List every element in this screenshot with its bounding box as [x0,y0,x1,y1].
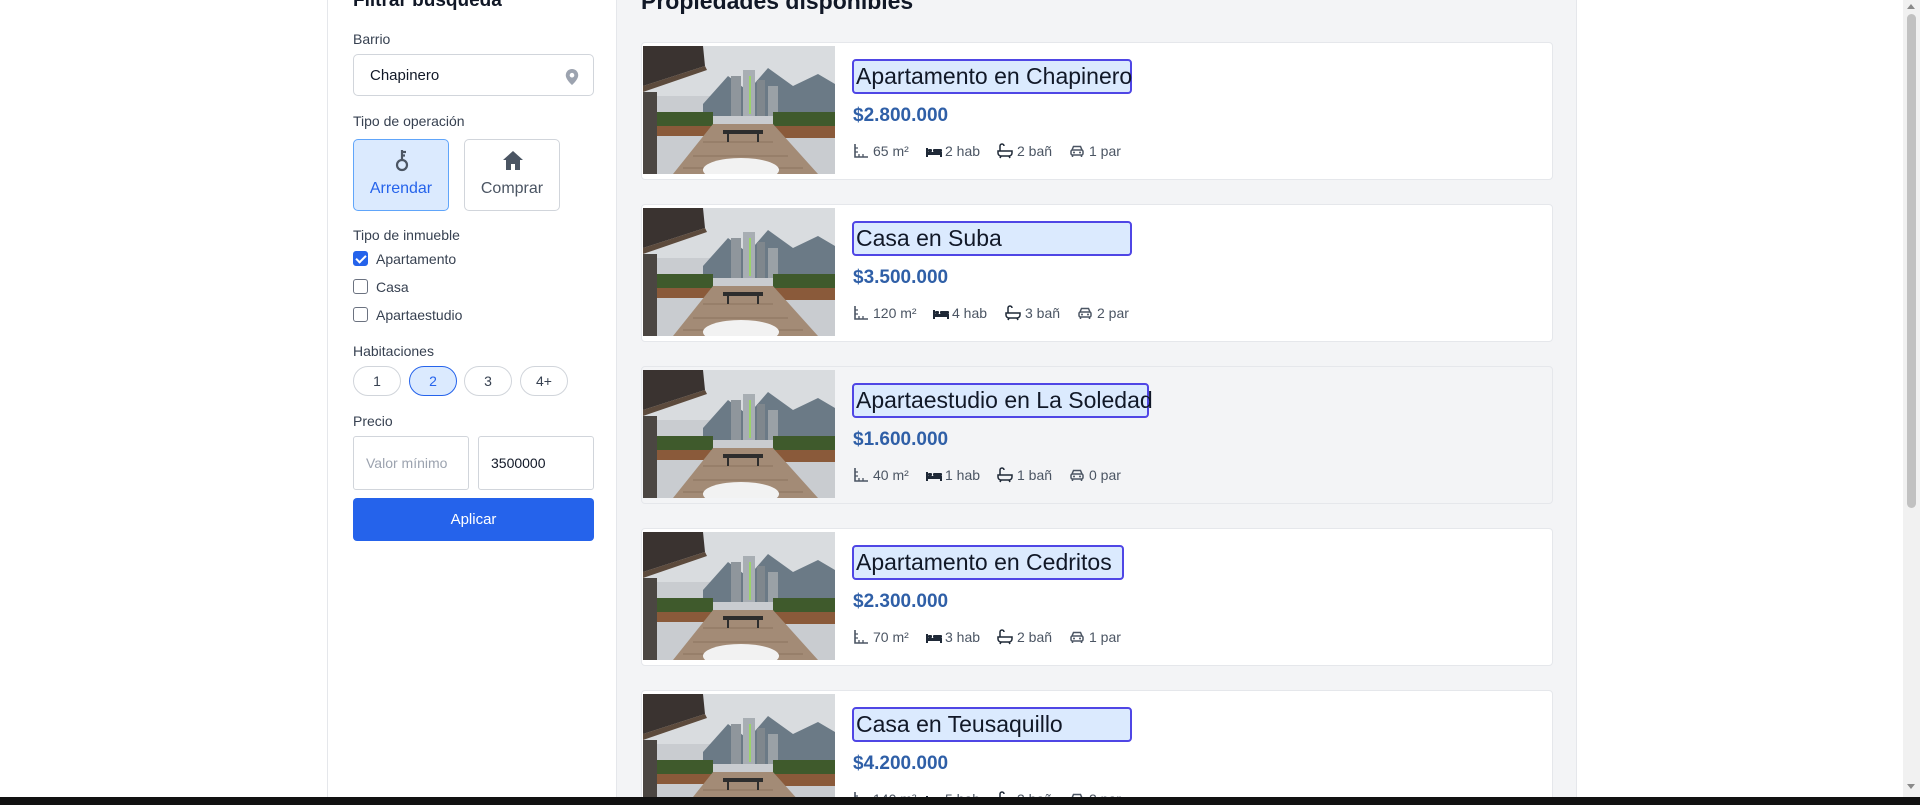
rooms-option-1[interactable]: 1 [353,366,401,396]
car-icon [1070,631,1084,643]
left-gutter [0,0,327,797]
listing-parking-text: 0 par [1089,467,1121,483]
listing-baths-text: 3 bañ [1025,305,1061,321]
checkbox-label: Casa [376,279,409,295]
bathtub-icon [1005,305,1021,321]
property-photo [643,208,835,336]
scroll-up-arrow-icon[interactable] [1907,4,1915,9]
area-ruler-icon [854,468,868,482]
listing-title[interactable]: Apartamento en Cedritos [852,545,1124,580]
listing-card[interactable]: Apartamento en Chapinero $2.800.000 65 m² 2… [641,42,1553,180]
operation-buy-label: Comprar [480,180,544,197]
listing-rooms-text: 4 hab [952,305,988,321]
listing-area-text: 70 m² [873,629,909,645]
bed-icon [933,310,949,319]
house-icon [503,151,523,170]
property-type-label: Tipo de inmueble [353,227,460,243]
listing-card[interactable]: Casa en Teusaquillo$4.200.000140 m²5 hab… [641,690,1553,797]
sidebar-title: Filtrar búsqueda [353,0,502,11]
rooms-option-4-plus[interactable]: 4+ [520,366,568,396]
listing-price: $4.200.000 [853,753,949,774]
listing-baths-text: 2 bañ [1017,629,1053,645]
listing-rooms-text: 3 hab [945,629,981,645]
listing-price: $1.600.000 [853,429,949,450]
operation-buy-button[interactable]: Comprar [464,139,560,211]
scroll-down-arrow-icon[interactable] [1907,784,1915,789]
barrio-value: Chapinero [370,67,440,84]
listing-title[interactable]: Apartamento en Chapinero [852,59,1132,94]
key-icon [395,150,409,172]
checkbox-checked[interactable] [353,251,368,266]
scroll-thumb[interactable] [1907,14,1916,508]
checkbox-label: Apartamento [376,251,457,267]
location-pin-icon [565,69,579,85]
listing-photo[interactable] [643,694,835,797]
price-label: Precio [353,413,393,429]
listing-area-text: 120 m² [873,305,917,321]
barrio-input[interactable]: Chapinero [353,54,594,96]
operation-label: Tipo de operación [353,113,465,129]
page-title: Propiedades disponibles [641,0,914,14]
listing-baths-text: 1 bañ [1017,467,1053,483]
checkbox[interactable] [353,307,368,322]
listing-baths-text: 2 bañ [1017,143,1053,159]
apply-button[interactable]: Aplicar [353,498,594,541]
listing-photo[interactable] [643,532,835,660]
listing-photo[interactable] [643,208,835,336]
listing-title[interactable]: Casa en Teusaquillo [852,707,1132,742]
property-photo [643,694,835,797]
checkbox[interactable] [353,279,368,294]
rooms-option-3[interactable]: 3 [464,366,512,396]
listing-price: $2.800.000 [853,105,949,126]
vertical-scrollbar[interactable] [1903,0,1920,797]
barrio-label: Barrio [353,31,391,47]
listing-title[interactable]: Apartaestudio en La Soledad [852,383,1153,418]
rooms-option-2[interactable]: 2 [409,366,457,396]
price-max-input[interactable]: 3500000 [478,436,594,490]
listing-card[interactable]: Apartaestudio en La Soledad $1.600.000 40 … [641,366,1553,504]
listing-title[interactable]: Casa en Suba [852,221,1132,256]
filter-sidebar: Filtrar búsqueda Barrio Chapinero Tipo d… [327,0,617,797]
right-gutter [1577,0,1903,797]
listing-card[interactable]: Apartamento en Cedritos $2.300.000 70 m² 3 … [641,528,1553,666]
area-ruler-icon [854,630,868,644]
property-photo [643,532,835,660]
bathtub-icon [997,467,1013,483]
listing-photo[interactable] [643,46,835,174]
operation-rent-label: Arrendar [369,180,433,197]
property-photo [643,370,835,498]
bed-icon [926,148,942,157]
price-max-value: 3500000 [491,455,546,471]
listing-parking-text: 2 par [1097,305,1129,321]
price-min-placeholder: Valor mínimo [366,455,448,471]
listing-rooms-text: 2 hab [945,143,981,159]
bed-icon [926,472,942,481]
car-icon [1078,307,1092,319]
price-min-input[interactable]: Valor mínimo [353,436,469,490]
bathtub-icon [997,143,1013,159]
listing-card[interactable]: Casa en Suba $3.500.000 120 m² 4 hab 3 bañ 2 … [641,204,1553,342]
listing-price: $3.500.000 [853,267,949,288]
bed-icon [926,634,942,643]
rooms-label: Habitaciones [353,343,434,359]
listing-parking-text: 1 par [1089,629,1121,645]
listing-area-text: 65 m² [873,143,909,159]
listing-parking-text: 1 par [1089,143,1121,159]
listing-price: $2.300.000 [853,591,949,612]
listings-main: Propiedades disponibles Apartamento en C… [617,0,1577,797]
listing-rooms-text: 1 hab [945,467,981,483]
property-photo [643,46,835,174]
listing-photo[interactable] [643,370,835,498]
operation-rent-button[interactable]: Arrendar [353,139,449,211]
area-ruler-icon [854,306,868,320]
bottom-bar [0,797,1920,805]
bathtub-icon [997,629,1013,645]
car-icon [1070,145,1084,157]
listing-area-text: 40 m² [873,467,909,483]
area-ruler-icon [854,144,868,158]
checkbox-label: Apartaestudio [376,307,463,323]
car-icon [1070,469,1084,481]
